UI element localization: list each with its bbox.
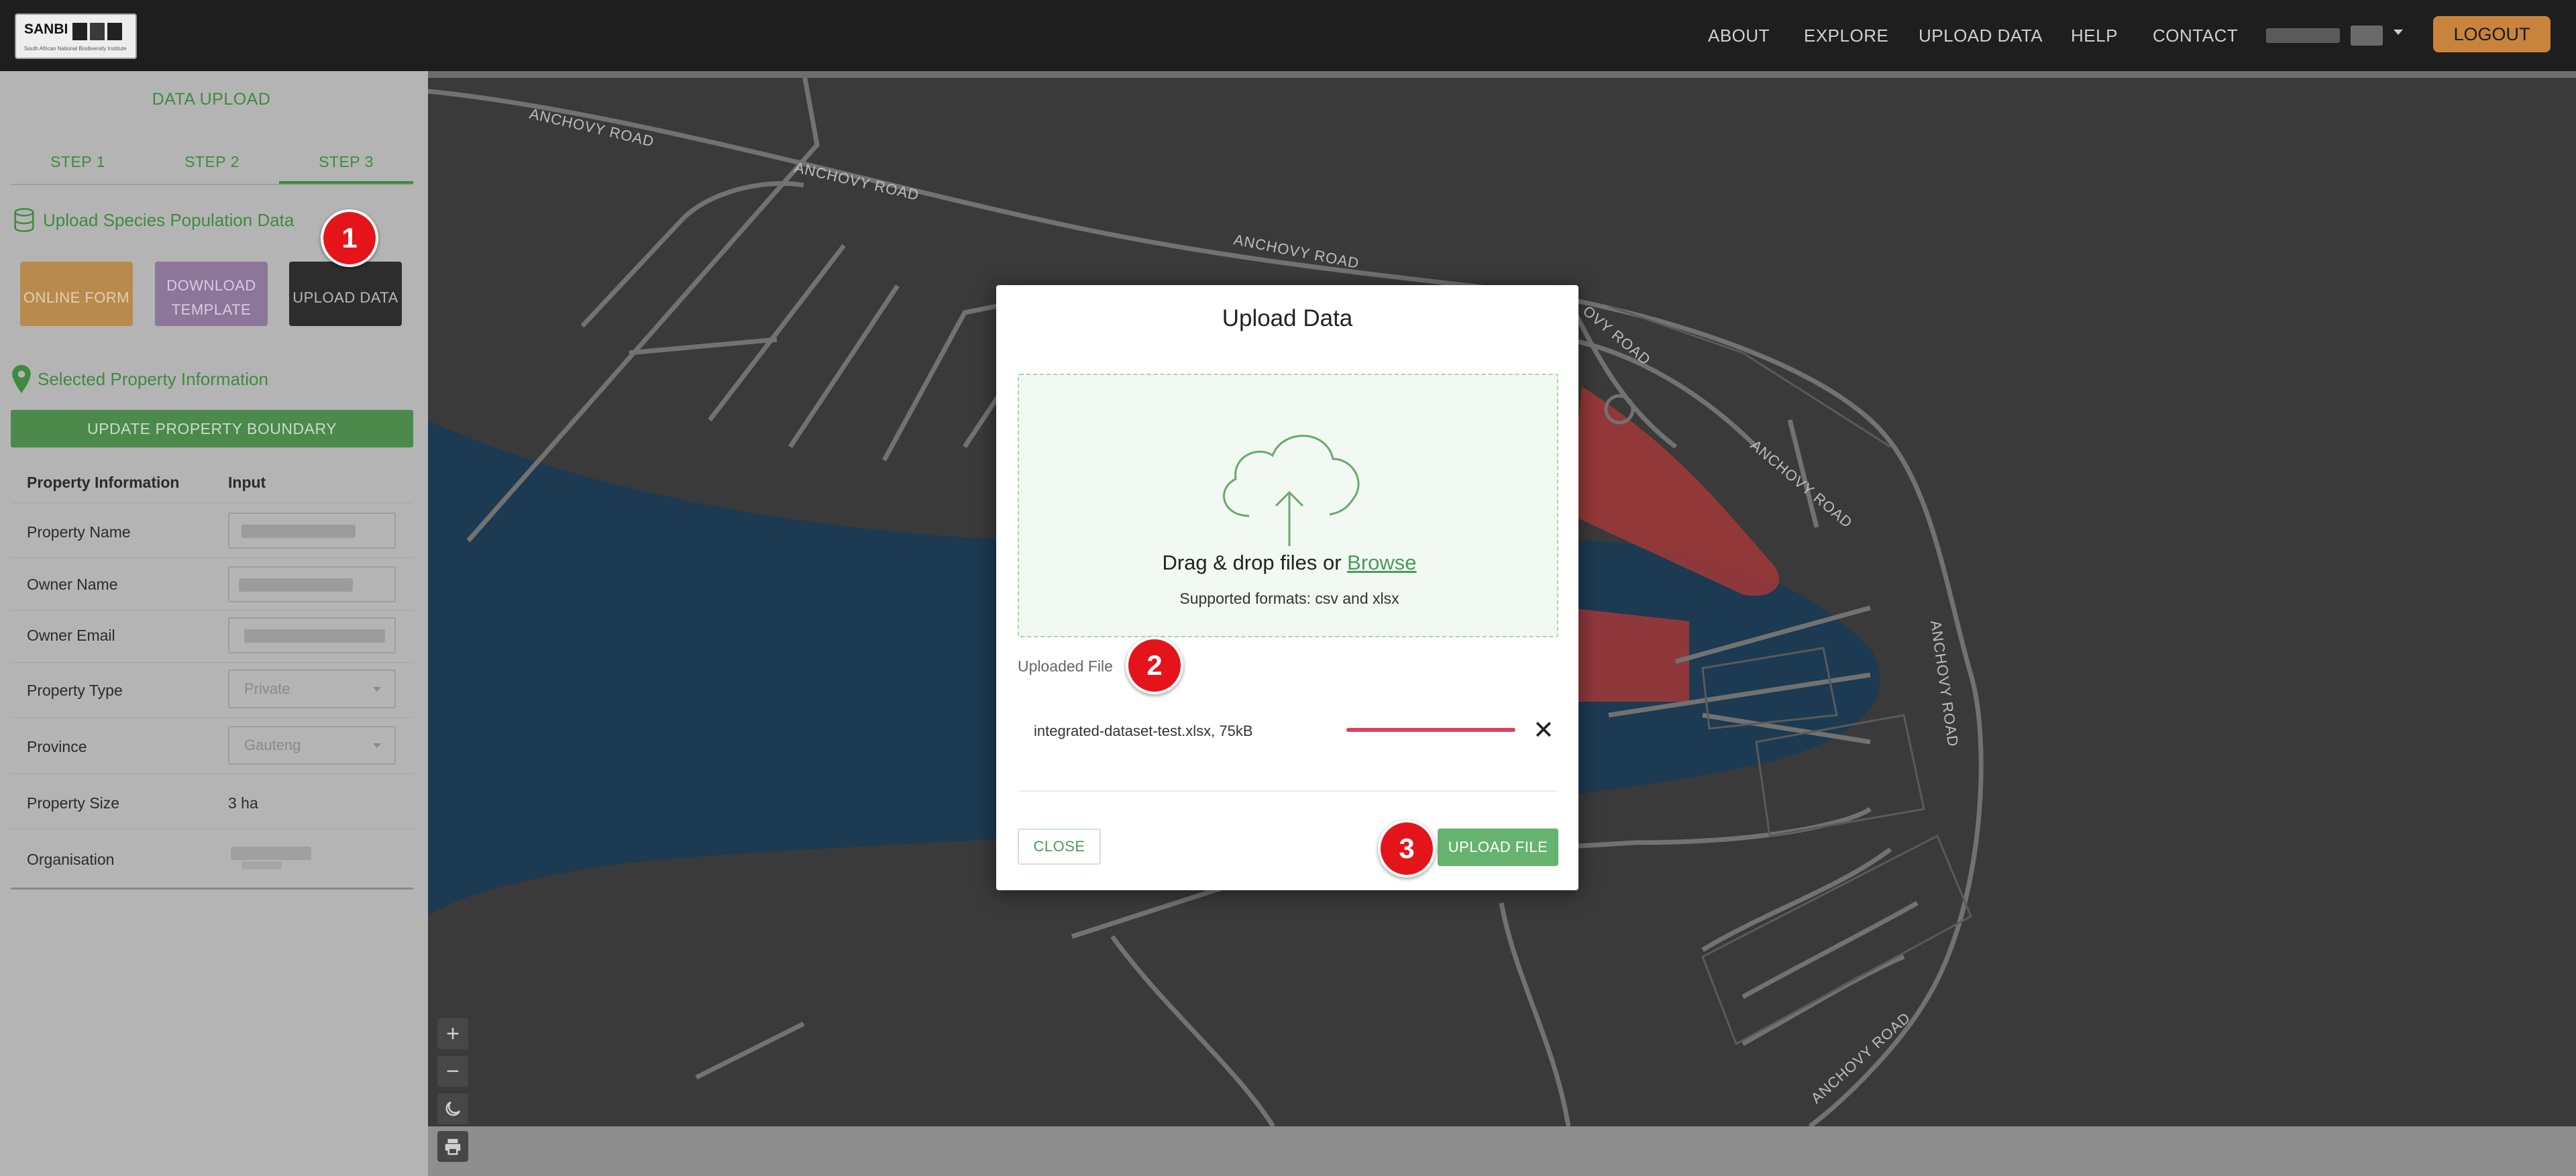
owner-email-field[interactable] — [228, 617, 396, 653]
zoom-in-button[interactable]: + — [437, 1018, 468, 1049]
upload-progress-bar — [1346, 728, 1515, 732]
upload-data-button[interactable]: UPLOAD DATA — [289, 262, 402, 326]
table-header-property: Property Information — [27, 474, 180, 491]
table-row: Province Gauteng — [11, 718, 413, 774]
table-row: Organisation — [11, 829, 413, 890]
zoom-out-button[interactable]: − — [437, 1056, 468, 1087]
step-tabs: STEP 1 STEP 2 STEP 3 — [11, 141, 413, 185]
property-type-value: Private — [244, 680, 290, 697]
user-menu-caret-icon[interactable] — [2394, 30, 2403, 35]
property-section-title: Selected Property Information — [38, 368, 268, 389]
nav-upload-data[interactable]: UPLOAD DATA — [1919, 25, 2043, 46]
modal-title: Upload Data — [1222, 305, 1353, 331]
owner-email-label: Owner Email — [27, 627, 115, 644]
dropzone-text: Drag & drop files or — [1162, 551, 1348, 574]
chevron-down-icon — [373, 687, 381, 692]
property-size-label: Property Size — [27, 794, 120, 812]
dropzone-instructions: Drag & drop files or Browse — [1019, 551, 1560, 575]
organisation-value — [231, 847, 311, 860]
road-label: ANCHOVY ROAD — [1808, 1009, 1914, 1107]
printer-icon — [445, 1138, 461, 1155]
map-footer — [428, 1126, 2576, 1176]
table-row: Property Size 3 ha — [11, 774, 413, 829]
step-marker-3: 3 — [1378, 820, 1436, 877]
modal-divider — [1018, 790, 1558, 792]
tab-step-2[interactable]: STEP 2 — [145, 153, 279, 171]
database-icon — [14, 208, 34, 232]
property-type-select[interactable]: Private — [228, 670, 396, 708]
print-button[interactable] — [437, 1131, 468, 1162]
step-marker-2: 2 — [1126, 637, 1183, 694]
table-row: Property Name — [11, 503, 413, 558]
user-menu[interactable] — [2266, 25, 2383, 46]
moon-icon — [445, 1101, 461, 1116]
uploaded-file-label: Uploaded File — [1018, 657, 1113, 675]
road-label: ANCHOVY ROAD — [793, 159, 921, 204]
upload-file-button[interactable]: UPLOAD FILE — [1438, 828, 1558, 866]
owner-name-field[interactable] — [228, 566, 396, 602]
upload-section-heading: Upload Species Population Data — [11, 207, 294, 233]
dark-mode-toggle[interactable] — [437, 1093, 468, 1124]
property-section-heading: Selected Property Information — [11, 365, 268, 393]
nav-contact[interactable]: CONTACT — [2153, 25, 2238, 46]
tab-step-3[interactable]: STEP 3 — [279, 153, 413, 184]
table-header-row: Property Information Input — [11, 466, 413, 503]
province-select[interactable]: Gauteng — [228, 726, 396, 765]
logout-button[interactable]: LOGOUT — [2433, 16, 2551, 52]
file-dropzone[interactable]: Drag & drop files or Browse Supported fo… — [1018, 374, 1558, 637]
table-header-input: Input — [228, 474, 266, 491]
nav-about[interactable]: ABOUT — [1708, 25, 1770, 46]
step-marker-1: 1 — [321, 209, 378, 267]
chevron-down-icon — [373, 743, 381, 748]
uploaded-file-row: integrated-dataset-test.xlsx, 75kB ✕ — [1018, 714, 1558, 748]
update-property-boundary-button[interactable]: UPDATE PROPERTY BOUNDARY — [11, 410, 413, 447]
supported-formats-text: Supported formats: csv and xlsx — [1179, 590, 1399, 607]
close-button[interactable]: CLOSE — [1018, 828, 1101, 865]
remove-file-icon[interactable]: ✕ — [1533, 717, 1554, 744]
tab-step-1[interactable]: STEP 1 — [11, 153, 145, 171]
table-row: Property Type Private — [11, 663, 413, 718]
logo-text: SANBI — [24, 21, 68, 37]
table-row: Owner Email — [11, 610, 413, 663]
online-form-button[interactable]: ONLINE FORM — [20, 262, 133, 326]
owner-name-label: Owner Name — [27, 576, 118, 593]
sidebar-title: DATA UPLOAD — [152, 90, 271, 109]
map-pin-icon — [12, 365, 31, 393]
cloud-upload-icon — [1223, 435, 1360, 546]
sanbi-logo[interactable]: SANBI South African National Biodiversit… — [15, 13, 137, 59]
download-template-button[interactable]: DOWNLOAD TEMPLATE — [155, 262, 268, 326]
nav-explore[interactable]: EXPLORE — [1804, 25, 1888, 46]
property-name-label: Property Name — [27, 523, 131, 541]
province-label: Province — [27, 738, 87, 755]
upload-section-title: Upload Species Population Data — [43, 209, 294, 230]
top-navbar: SANBI South African National Biodiversit… — [0, 0, 2576, 71]
road-label: ANCHOVY ROAD — [1748, 437, 1856, 531]
table-row: Owner Name — [11, 558, 413, 610]
property-type-label: Property Type — [27, 682, 123, 699]
nav-help[interactable]: HELP — [2071, 25, 2118, 46]
logo-tiles — [72, 23, 122, 40]
organisation-label: Organisation — [27, 851, 115, 868]
uploaded-file-name: integrated-dataset-test.xlsx, 75kB — [1034, 723, 1253, 739]
logo-subtitle: South African National Biodiversity Inst… — [24, 46, 127, 52]
property-name-field[interactable] — [228, 513, 396, 549]
province-value: Gauteng — [244, 737, 301, 753]
browse-link[interactable]: Browse — [1347, 551, 1416, 574]
map-top-border — [428, 71, 2576, 78]
property-size-value: 3 ha — [228, 794, 258, 812]
upload-data-modal: Upload Data Drag & drop files or Browse … — [996, 285, 1578, 890]
road-label: ANCHOVY ROAD — [1927, 619, 1962, 748]
